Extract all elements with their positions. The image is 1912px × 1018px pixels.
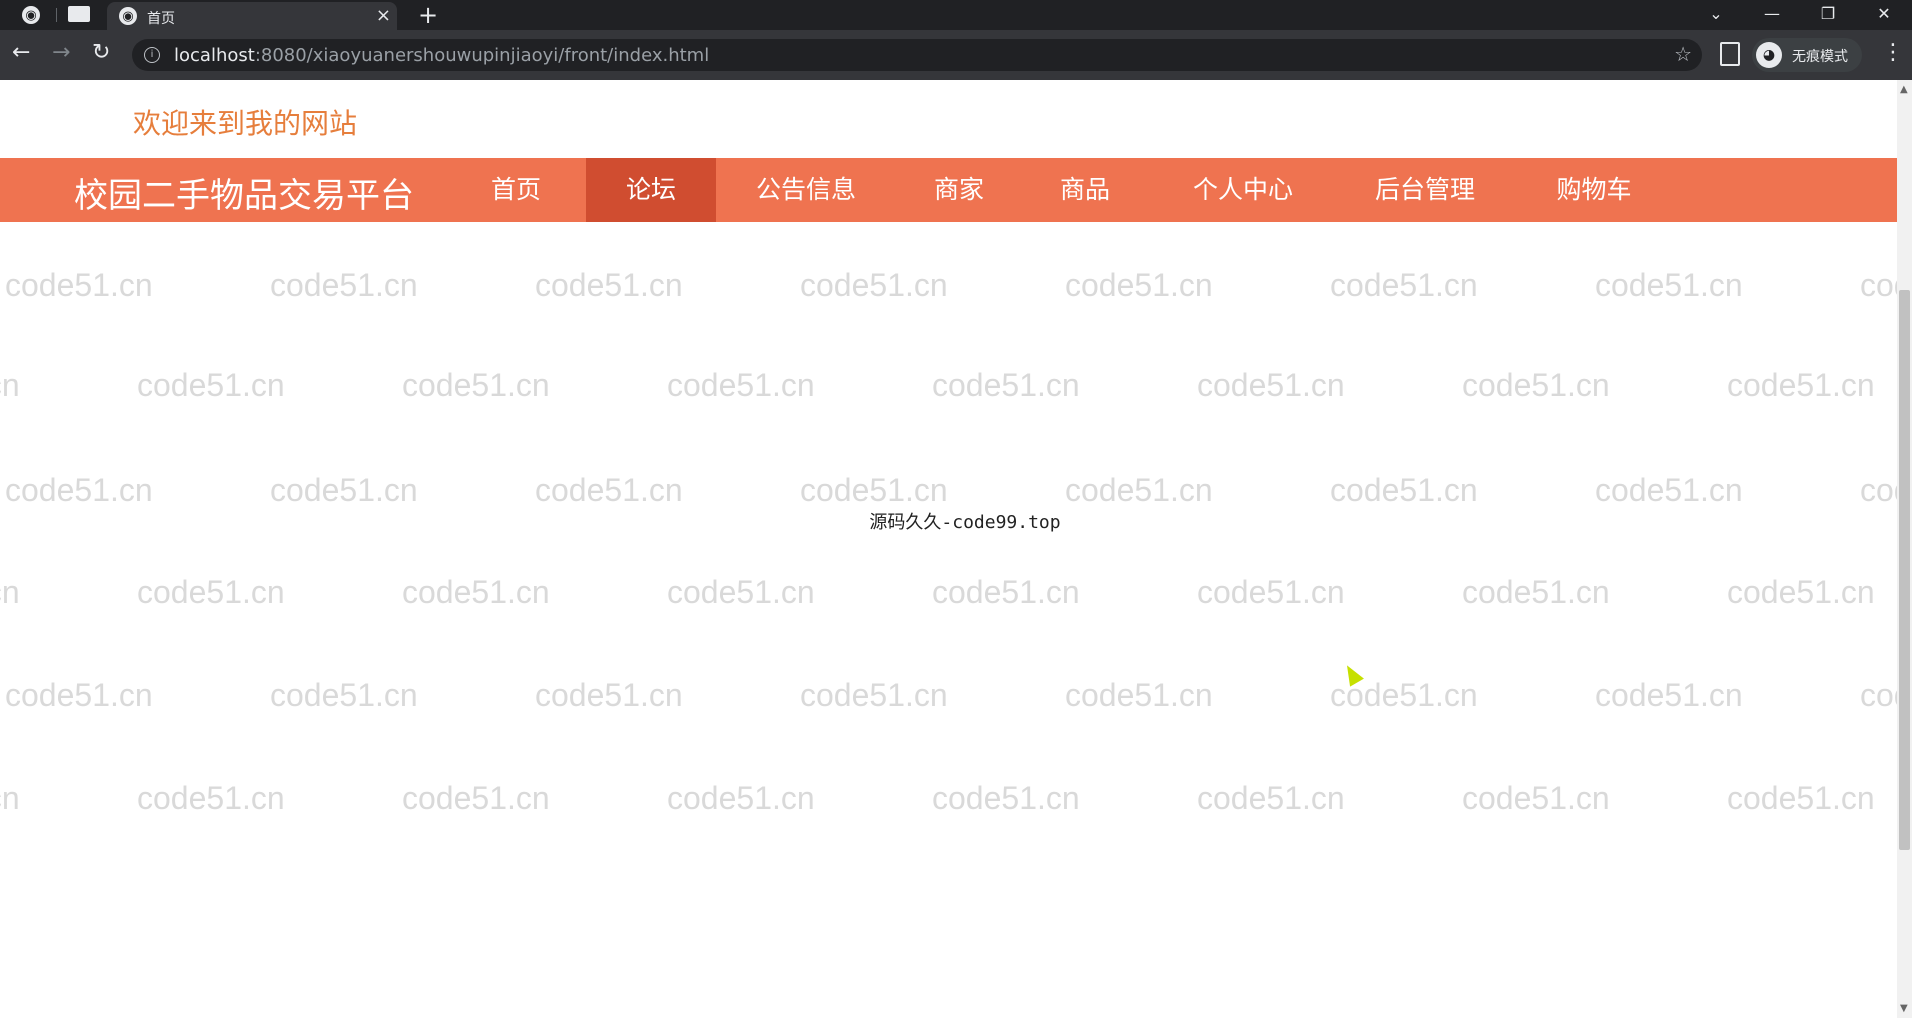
tab-group-icon[interactable] — [68, 6, 90, 22]
main-navbar: 校园二手物品交易平台 首页 论坛 公告信息 商家 商品 个人中心 后台管理 购物… — [0, 158, 1897, 222]
nav-products[interactable]: 商品 — [1022, 158, 1148, 222]
back-button[interactable]: ← — [12, 40, 30, 65]
watermark-text: code51.cn — [667, 367, 815, 403]
watermark-text: code51.cn — [137, 574, 285, 610]
nav-forum[interactable]: 论坛 — [586, 158, 716, 222]
incognito-label: 无痕模式 — [1792, 49, 1848, 65]
incognito-icon: ◕ — [1756, 42, 1782, 68]
watermark-text: code51.cn — [535, 80, 683, 87]
nav-admin[interactable]: 后台管理 — [1338, 158, 1512, 222]
bookmark-star-icon[interactable]: ☆ — [1674, 42, 1692, 66]
watermark-text: code51.cn — [1462, 367, 1610, 403]
watermark-text: code51.cn — [800, 80, 948, 87]
watermark-text: code51.cn — [137, 367, 285, 403]
watermark-text: code51.cn — [1197, 574, 1345, 610]
restore-button[interactable]: ❐ — [1800, 0, 1856, 30]
watermark-text: code51.cn — [1462, 574, 1610, 610]
watermark-text: code51.cn — [270, 677, 418, 713]
watermark-text: code51.cn — [1595, 677, 1743, 713]
watermark-text: code51.cn — [270, 80, 418, 87]
browser-toolbar: ← → ↻ i localhost:8080/xiaoyuanershouwup… — [0, 30, 1912, 80]
watermark-text: code51.cn — [535, 267, 683, 303]
scrollbar-thumb[interactable] — [1899, 290, 1910, 850]
tab-search-icon[interactable]: ⌄ — [1688, 0, 1744, 30]
extensions-icon[interactable] — [1720, 42, 1740, 66]
watermark-text: code51.cn — [1860, 677, 1897, 713]
watermark-text: code51.cn — [932, 574, 1080, 610]
tab-active[interactable]: ◉ 首页 × — [107, 2, 397, 30]
watermark-text: code51.cn — [535, 677, 683, 713]
url-text[interactable]: localhost:8080/xiaoyuanershouwupinjiaoyi… — [174, 45, 709, 66]
watermark-text: code51.cn — [800, 267, 948, 303]
watermark-text: code51.cn — [535, 472, 683, 508]
watermark-text: code51.cn — [1860, 80, 1897, 87]
page-viewport: code51.cn code51.cn code51.cn code51.cn code… — [0, 80, 1897, 1018]
watermark-text: code51.cn — [5, 677, 153, 713]
tab-close-icon[interactable]: × — [376, 5, 391, 26]
watermark-text: code51.cn — [932, 367, 1080, 403]
browser-menu-icon[interactable]: ⋮ — [1882, 40, 1904, 65]
reload-button[interactable]: ↻ — [92, 40, 110, 65]
watermark-text: code51.cn — [5, 472, 153, 508]
footer-source-text: 源码久久-code99.top — [869, 512, 1061, 533]
watermark-text: code51.cn — [1197, 780, 1345, 816]
watermark-text: code51.cn — [1330, 80, 1478, 87]
watermark-text: code51.cn — [5, 267, 153, 303]
watermark-text: code51.cn — [1727, 780, 1875, 816]
watermark-text: code51.cn — [1727, 574, 1875, 610]
tab-separator — [56, 8, 57, 22]
page-scrollbar[interactable]: ▲ ▼ — [1897, 80, 1912, 1018]
nav-merchants[interactable]: 商家 — [896, 158, 1022, 222]
scroll-up-arrow-icon[interactable]: ▲ — [1900, 84, 1908, 95]
watermark-text: code51.cn — [800, 472, 948, 508]
watermark-text: code51.cn — [932, 780, 1080, 816]
minimize-button[interactable]: — — [1744, 0, 1800, 30]
watermark-text: code51.cn — [402, 574, 550, 610]
watermark-text: code51.cn — [5, 80, 153, 87]
info-icon[interactable]: i — [144, 47, 160, 63]
address-bar[interactable]: i localhost:8080/xiaoyuanershouwupinjiao… — [132, 39, 1702, 71]
watermark-text: code51.cn — [1595, 267, 1743, 303]
watermark-text: code51.cn — [1595, 80, 1743, 87]
close-window-button[interactable]: ✕ — [1856, 0, 1912, 30]
watermark-text: code51.cn — [1197, 367, 1345, 403]
watermark-text: code51.cn — [1065, 472, 1213, 508]
watermark-text: code51.cn — [1860, 267, 1897, 303]
watermark-text: code51.cn — [1860, 472, 1897, 508]
watermark-text: code51.cn — [1065, 80, 1213, 87]
welcome-text: 欢迎来到我的网站 — [133, 107, 358, 140]
watermark-text: code51.cn — [667, 780, 815, 816]
browser-tabstrip: ◉ ◉ 首页 × + ⌄ — ❐ ✕ — [0, 0, 1912, 30]
nav-cart[interactable]: 购物车 — [1512, 158, 1676, 222]
watermark-text: code51.cn — [667, 574, 815, 610]
watermark-text: code51.cn — [0, 367, 20, 403]
watermark-text: code51.cn — [1330, 267, 1478, 303]
nav-home[interactable]: 首页 — [458, 158, 574, 222]
forward-button[interactable]: → — [52, 40, 70, 65]
watermark-text: code51.cn — [270, 472, 418, 508]
watermark-text: code51.cn — [0, 780, 20, 816]
new-tab-button[interactable]: + — [418, 1, 438, 29]
tab-title: 首页 — [147, 11, 175, 27]
watermark-text: code51.cn — [137, 780, 285, 816]
watermark-text: code51.cn — [0, 574, 20, 610]
watermark-text: code51.cn — [1727, 367, 1875, 403]
site-brand[interactable]: 校园二手物品交易平台 — [74, 168, 414, 217]
scroll-down-arrow-icon[interactable]: ▼ — [1900, 1003, 1908, 1014]
watermark-text: code51.cn — [1330, 472, 1478, 508]
watermark-text: code51.cn — [402, 367, 550, 403]
globe-icon[interactable]: ◉ — [22, 6, 40, 24]
incognito-badge[interactable]: ◕ 无痕模式 — [1752, 38, 1862, 72]
nav-personal-center[interactable]: 个人中心 — [1148, 158, 1338, 222]
watermark-text: code51.cn — [270, 267, 418, 303]
watermark-text: code51.cn — [800, 677, 948, 713]
watermark-text: code51.cn — [1065, 677, 1213, 713]
nav-announcements[interactable]: 公告信息 — [716, 158, 896, 222]
watermark-text: code51.cn — [402, 780, 550, 816]
watermark-text: code51.cn — [1462, 780, 1610, 816]
watermark-text: code51.cn — [1065, 267, 1213, 303]
globe-icon: ◉ — [119, 7, 137, 25]
watermark-text: code51.cn — [1595, 472, 1743, 508]
